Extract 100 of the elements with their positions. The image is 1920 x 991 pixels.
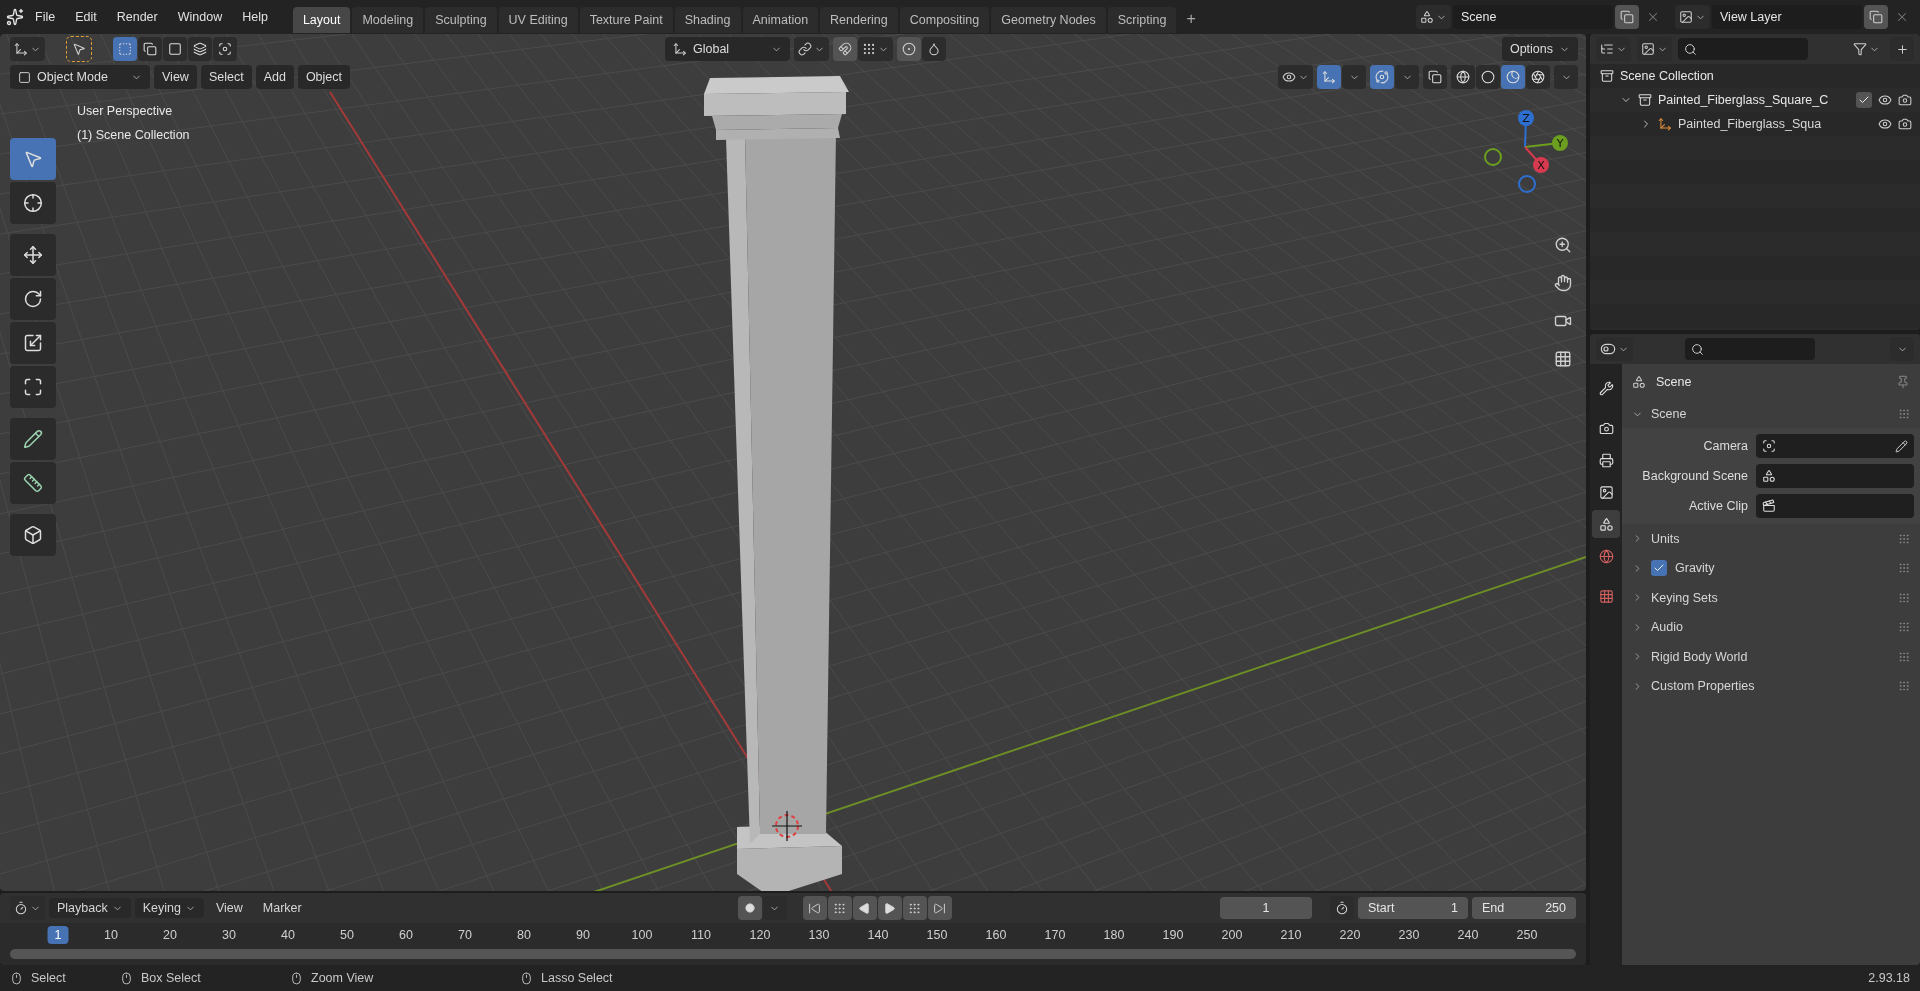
workspace-tab[interactable]: Texture Paint xyxy=(579,7,673,33)
select-mode-button[interactable] xyxy=(188,37,212,61)
jump-start-button[interactable] xyxy=(802,896,827,920)
subpanel-title[interactable]: Gravity xyxy=(1675,561,1715,576)
tool-button[interactable] xyxy=(10,278,56,320)
editor-type-button[interactable] xyxy=(10,37,45,61)
end-frame-field[interactable]: End 250 xyxy=(1472,897,1576,919)
menu-item[interactable]: Edit xyxy=(66,6,106,28)
scene-field[interactable]: Scene xyxy=(1453,5,1613,29)
menu-item[interactable]: Select xyxy=(200,65,252,89)
menu-item[interactable]: Render xyxy=(107,6,167,28)
outliner-item[interactable]: Painted_Fiberglass_Square_C xyxy=(1658,93,1829,107)
camera-icon xyxy=(1898,117,1912,131)
jump-end-button[interactable] xyxy=(927,896,952,920)
menu-item[interactable]: Add xyxy=(255,65,294,89)
workspace-tab[interactable]: Rendering xyxy=(820,7,898,33)
add-workspace-button[interactable]: + xyxy=(1178,8,1204,30)
tool-button[interactable] xyxy=(10,462,56,504)
menu-item[interactable]: View xyxy=(154,65,197,89)
preview-range-button[interactable] xyxy=(1330,896,1354,920)
menu-item[interactable]: Playback xyxy=(49,898,131,918)
tool-button[interactable] xyxy=(10,514,56,556)
subpanel-title[interactable]: Custom Properties xyxy=(1651,679,1755,694)
workspace-tab[interactable]: Modeling xyxy=(352,7,424,33)
select-mode-button[interactable] xyxy=(213,37,237,61)
view-layer-button[interactable] xyxy=(1637,37,1672,61)
record-button[interactable] xyxy=(737,896,762,920)
workspace-tab[interactable]: UV Editing xyxy=(498,7,578,33)
tool-button[interactable] xyxy=(67,37,91,61)
workspace-tab[interactable]: Layout xyxy=(292,7,351,33)
mode-dropdown[interactable]: Object Mode xyxy=(10,65,150,89)
menu-item[interactable]: View xyxy=(207,898,251,918)
object-field[interactable] xyxy=(1756,464,1914,488)
display-mode-button[interactable] xyxy=(1596,37,1631,61)
new-collection-button[interactable] xyxy=(1890,37,1914,61)
search-field[interactable] xyxy=(1678,38,1808,60)
workspace-tab[interactable]: Sculpting xyxy=(425,7,497,33)
menu-item[interactable]: File xyxy=(26,6,65,28)
menu-item[interactable]: Help xyxy=(233,6,277,28)
editor-type-button[interactable] xyxy=(1596,337,1633,361)
workspace-tab[interactable]: Compositing xyxy=(899,7,990,33)
toggle-button[interactable] xyxy=(1370,65,1394,89)
workspace-tab[interactable]: Animation xyxy=(742,7,819,33)
start-frame-field[interactable]: Start 1 xyxy=(1358,897,1468,919)
axis-handle[interactable]: Y xyxy=(1524,135,1568,151)
workspace-tab[interactable]: Geometry Nodes xyxy=(991,7,1106,33)
snap-button[interactable] xyxy=(833,37,858,61)
subpanel-title[interactable]: Rigid Body World xyxy=(1651,649,1748,664)
next-key-button[interactable] xyxy=(902,896,927,920)
view-layer-field[interactable]: View Layer xyxy=(1712,5,1862,29)
orientation-dropdown[interactable]: Global xyxy=(665,37,791,61)
play-button[interactable] xyxy=(877,896,902,920)
current-frame-field[interactable]: 1 xyxy=(1220,897,1312,919)
scene-selector[interactable] xyxy=(1416,5,1451,29)
object-field[interactable] xyxy=(1756,494,1914,518)
options-dropdown[interactable]: Options xyxy=(1501,37,1578,61)
proportional-button[interactable] xyxy=(897,37,922,61)
visibility-button[interactable] xyxy=(1278,65,1313,89)
include-checkbox[interactable] xyxy=(1856,92,1872,108)
properties-tab[interactable] xyxy=(1592,510,1620,538)
workspace-tab[interactable]: Scripting xyxy=(1107,7,1177,33)
outliner-item[interactable]: Painted_Fiberglass_Squa xyxy=(1678,117,1822,131)
shading-button[interactable] xyxy=(1451,65,1475,89)
search-field[interactable] xyxy=(1685,338,1815,360)
timeline-scrollbar[interactable] xyxy=(10,949,1576,959)
pivot-button[interactable] xyxy=(794,37,830,61)
shading-button[interactable] xyxy=(1476,65,1500,89)
object-field[interactable] xyxy=(1756,434,1914,458)
subpanel-title[interactable]: Audio xyxy=(1651,620,1683,635)
ruler-icon xyxy=(23,473,43,493)
copy-button[interactable] xyxy=(1615,5,1639,29)
playhead[interactable]: 1 xyxy=(47,926,69,944)
toggle-button[interactable] xyxy=(1423,65,1447,89)
axis-handle[interactable]: X xyxy=(1524,146,1549,173)
outliner-item[interactable]: Scene Collection xyxy=(1620,69,1714,83)
tool-button[interactable] xyxy=(10,418,56,460)
toggle-button[interactable] xyxy=(1317,65,1341,89)
menu-item[interactable]: Window xyxy=(168,6,232,28)
editor-type-button[interactable] xyxy=(10,896,45,920)
menu-item[interactable]: Keying xyxy=(134,898,204,918)
view-layer-selector[interactable] xyxy=(1675,5,1710,29)
checkbox[interactable] xyxy=(1651,560,1667,577)
menu-item[interactable]: Marker xyxy=(254,898,310,918)
tool-button[interactable] xyxy=(10,322,56,364)
select-mode-button[interactable] xyxy=(138,37,162,61)
workspace-tab[interactable]: Shading xyxy=(674,7,741,33)
shading-button[interactable] xyxy=(1501,65,1525,89)
shading-button[interactable] xyxy=(1526,65,1550,89)
axis-handle[interactable]: Z xyxy=(1518,110,1534,148)
select-mode-button[interactable] xyxy=(163,37,187,61)
subpanel-title[interactable]: Keying Sets xyxy=(1651,590,1718,605)
falloff-button[interactable] xyxy=(922,37,947,61)
subpanel-title[interactable]: Units xyxy=(1651,531,1680,546)
copy-button[interactable] xyxy=(1864,5,1888,29)
tool-button[interactable] xyxy=(10,182,56,224)
snap-target-button[interactable] xyxy=(858,37,894,61)
prev-key-button[interactable] xyxy=(827,896,852,920)
tool-button[interactable] xyxy=(10,234,56,276)
menu-item[interactable]: Object xyxy=(297,65,350,89)
play-reverse-button[interactable] xyxy=(852,896,877,920)
